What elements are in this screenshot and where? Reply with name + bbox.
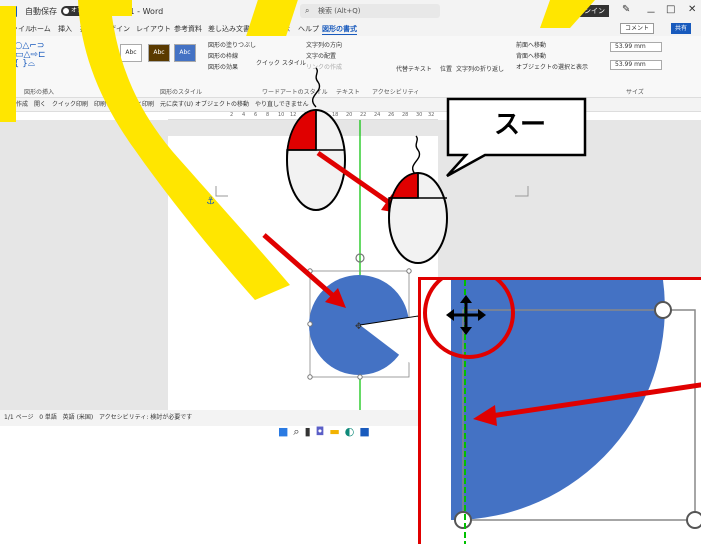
resize-handle[interactable] xyxy=(307,374,313,380)
zoomed-resize-handle xyxy=(454,511,472,529)
zoomed-resize-handle xyxy=(686,511,701,529)
margin-mark xyxy=(515,186,529,197)
red-arrow xyxy=(262,233,340,302)
anchor-icon: ⚓ xyxy=(206,196,215,207)
resize-handle[interactable] xyxy=(357,374,363,380)
speech-bubble-text: スー xyxy=(493,110,546,140)
resize-handle[interactable] xyxy=(307,321,313,327)
mouse-cord xyxy=(311,67,321,108)
mouse-cord xyxy=(411,135,421,176)
resize-handle[interactable] xyxy=(406,268,412,274)
zoom-panel xyxy=(418,277,701,544)
margin-mark xyxy=(215,186,228,197)
tutorial-screenshot: W 自動保存 オフ 文書 1 - Word ⌕ 検索 (Alt+Q) サインイン… xyxy=(0,0,701,544)
zoom-panel-svg xyxy=(423,280,701,544)
move-cursor-icon: ✥ xyxy=(355,322,363,332)
zoomed-resize-handle xyxy=(654,301,672,319)
